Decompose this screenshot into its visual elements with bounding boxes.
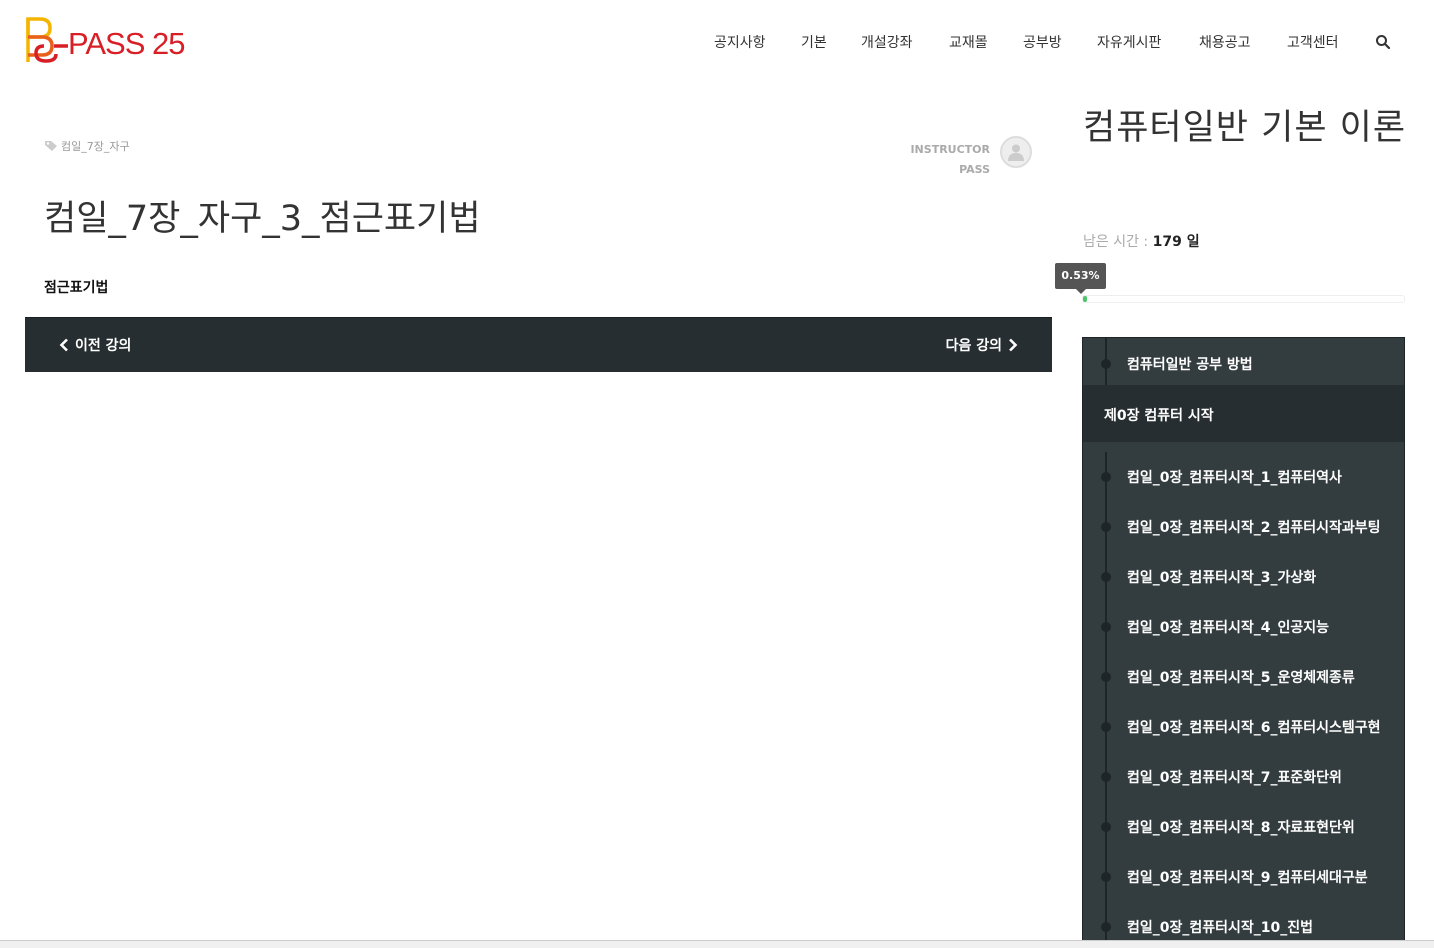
curriculum-item[interactable]: 컴일_0장_컴퓨터시작_3_가상화 bbox=[1083, 552, 1404, 602]
previous-lesson-button[interactable]: 이전 강의 bbox=[59, 335, 131, 355]
chevron-left-icon bbox=[59, 338, 68, 352]
curriculum-item[interactable]: 컴일_0장_컴퓨터시작_9_컴퓨터세대구분 bbox=[1083, 852, 1404, 902]
curriculum-item[interactable]: 컴일_0장_컴퓨터시작_8_자료표현단위 bbox=[1083, 802, 1404, 852]
logo-text: PASS 25 bbox=[68, 26, 186, 61]
timeline-dot bbox=[1101, 572, 1111, 582]
lesson-tag[interactable]: 컴일_7장_자구 bbox=[44, 138, 130, 154]
curriculum-item-label: 컴일_0장_컴퓨터시작_10_진법 bbox=[1127, 920, 1314, 936]
timeline-dot bbox=[1101, 672, 1111, 682]
curriculum-item[interactable]: 컴일_0장_컴퓨터시작_7_표준화단위 bbox=[1083, 752, 1404, 802]
curriculum-item-label: 컴일_0장_컴퓨터시작_3_가상화 bbox=[1127, 570, 1317, 586]
instructor-label: INSTRUCTOR bbox=[910, 143, 990, 156]
curriculum-item-label: 컴일_0장_컴퓨터시작_6_컴퓨터시스템구현 bbox=[1127, 720, 1381, 736]
instructor-name: PASS bbox=[959, 163, 990, 176]
curriculum-item-label: 컴일_0장_컴퓨터시작_2_컴퓨터시작과부팅 bbox=[1127, 520, 1381, 536]
instructor-info: INSTRUCTOR PASS bbox=[910, 140, 990, 180]
timeline-dot bbox=[1101, 722, 1111, 732]
curriculum-item[interactable]: 컴퓨터일반 공부 방법 bbox=[1083, 339, 1404, 389]
avatar[interactable] bbox=[1000, 136, 1032, 168]
curriculum-item-label: 컴일_0장_컴퓨터시작_5_운영체제종류 bbox=[1127, 670, 1355, 686]
timeline-dot bbox=[1101, 822, 1111, 832]
timeline-dot bbox=[1101, 922, 1111, 932]
nav-support[interactable]: 고객센터 bbox=[1287, 32, 1339, 52]
curriculum-item[interactable]: 컴일_0장_컴퓨터시작_6_컴퓨터시스템구현 bbox=[1083, 702, 1404, 752]
timeline-dot bbox=[1101, 472, 1111, 482]
course-title: 컴퓨터일반 기본 이론 bbox=[1083, 108, 1407, 148]
curriculum-item[interactable]: 컴일_0장_컴퓨터시작_1_컴퓨터역사 bbox=[1083, 452, 1404, 502]
next-lesson-label: 다음 강의 bbox=[945, 338, 1002, 354]
curriculum-item-label: 컴일_0장_컴퓨터시작_7_표준화단위 bbox=[1127, 770, 1342, 786]
progress-tooltip: 0.53% bbox=[1055, 263, 1106, 294]
nav-free-board[interactable]: 자유게시판 bbox=[1097, 32, 1161, 52]
curriculum-item-label: 컴일_0장_컴퓨터시작_4_인공지능 bbox=[1127, 620, 1330, 636]
next-lesson-button[interactable]: 다음 강의 bbox=[946, 335, 1018, 355]
tag-label: 컴일_7장_자구 bbox=[61, 140, 130, 153]
remaining-time: 남은 시간 : 179 일 bbox=[1083, 231, 1200, 251]
progress-bar bbox=[1082, 295, 1405, 303]
section-header[interactable]: 제0장 컴퓨터 시작 bbox=[1083, 385, 1404, 442]
remaining-time-label: 남은 시간 : bbox=[1083, 234, 1149, 250]
remaining-time-value: 179 일 bbox=[1152, 234, 1200, 250]
curriculum-item[interactable]: 컴일_0장_컴퓨터시작_2_컴퓨터시작과부팅 bbox=[1083, 502, 1404, 552]
nav-courses[interactable]: 개설강좌 bbox=[861, 32, 913, 52]
previous-lesson-label: 이전 강의 bbox=[75, 338, 132, 354]
logo-mark-icon bbox=[26, 17, 68, 63]
nav-basic[interactable]: 기본 bbox=[801, 32, 827, 52]
progress-fill bbox=[1083, 296, 1087, 302]
nav-jobs[interactable]: 채용공고 bbox=[1199, 32, 1251, 52]
chevron-right-icon bbox=[1009, 338, 1018, 352]
lesson-description: 점근표기법 bbox=[44, 280, 109, 296]
nav-study-room[interactable]: 공부방 bbox=[1023, 32, 1062, 52]
curriculum-item[interactable]: 컴일_0장_컴퓨터시작_4_인공지능 bbox=[1083, 602, 1404, 652]
timeline-dot bbox=[1101, 872, 1111, 882]
nav-bookstore[interactable]: 교재몰 bbox=[949, 32, 988, 52]
nav-notice[interactable]: 공지사항 bbox=[714, 32, 766, 52]
curriculum-item[interactable]: 컴일_0장_컴퓨터시작_5_운영체제종류 bbox=[1083, 652, 1404, 702]
bottom-scrollbar[interactable] bbox=[0, 940, 1434, 948]
lesson-navigation: 이전 강의 다음 강의 bbox=[25, 317, 1052, 372]
curriculum-item-label: 컴일_0장_컴퓨터시작_9_컴퓨터세대구분 bbox=[1127, 870, 1368, 886]
timeline-dot bbox=[1101, 622, 1111, 632]
curriculum-item-label: 컴일_0장_컴퓨터시작_8_자료표현단위 bbox=[1127, 820, 1355, 836]
timeline-dot bbox=[1101, 522, 1111, 532]
user-icon bbox=[1008, 144, 1024, 161]
section-label: 제0장 컴퓨터 시작 bbox=[1104, 408, 1214, 424]
tag-icon bbox=[45, 141, 57, 151]
logo[interactable]: PASS 25 bbox=[24, 16, 194, 68]
curriculum-item-label: 컴퓨터일반 공부 방법 bbox=[1127, 357, 1253, 373]
lesson-title: 컴일_7장_자구_3_점근표기법 bbox=[44, 199, 481, 239]
timeline-dot bbox=[1101, 359, 1111, 369]
curriculum-item-label: 컴일_0장_컴퓨터시작_1_컴퓨터역사 bbox=[1127, 470, 1342, 486]
curriculum-list: 컴퓨터일반 공부 방법 제0장 컴퓨터 시작 컴일_0장_컴퓨터시작_1_컴퓨터… bbox=[1082, 337, 1405, 948]
timeline-dot bbox=[1101, 772, 1111, 782]
search-icon[interactable] bbox=[1375, 34, 1391, 50]
